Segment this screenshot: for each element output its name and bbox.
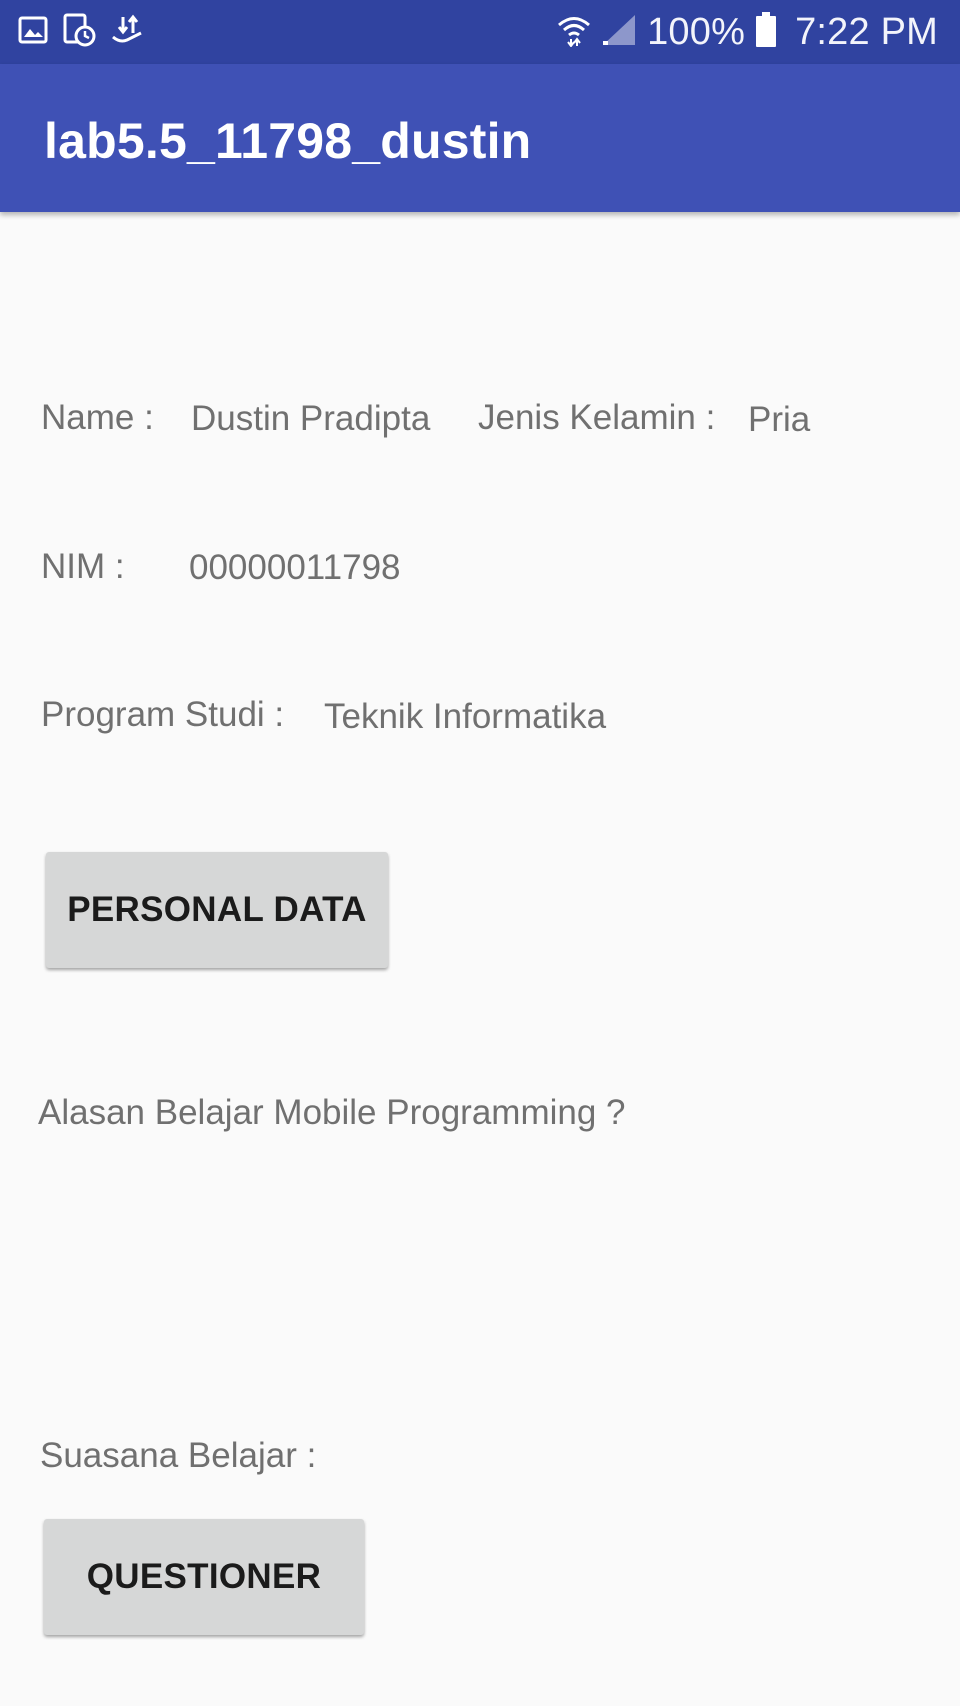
status-bar: 100% 7:22 PM [0, 0, 960, 64]
nim-label: NIM : [41, 547, 125, 586]
app-bar: lab5.5_11798_dustin [0, 64, 960, 212]
atmosphere-label: Suasana Belajar : [40, 1436, 317, 1475]
clock: 7:22 PM [795, 10, 938, 53]
system-indicators: 100% 7:22 PM [557, 0, 938, 64]
nim-value: 00000011798 [189, 548, 401, 587]
name-value: Dustin Pradipta [191, 399, 431, 438]
notification-icons [18, 13, 144, 52]
gender-label: Jenis Kelamin : [478, 398, 716, 437]
questioner-button[interactable]: QUESTIONER [44, 1519, 364, 1635]
program-label: Program Studi : [41, 695, 285, 734]
gender-value: Pria [748, 400, 811, 439]
name-label: Name : [41, 398, 154, 437]
battery-percent: 100% [647, 10, 746, 53]
program-value: Teknik Informatika [324, 697, 607, 736]
app-title: lab5.5_11798_dustin [44, 113, 532, 169]
wifi-icon [557, 13, 591, 52]
reason-question-label: Alasan Belajar Mobile Programming ? [38, 1093, 626, 1132]
battery-icon [755, 11, 777, 53]
personal-data-button[interactable]: PERSONAL DATA [46, 852, 388, 968]
screenshot-clock-icon [62, 13, 96, 52]
gallery-icon [18, 15, 48, 50]
data-transfer-icon [110, 13, 144, 52]
signal-icon [601, 13, 637, 52]
